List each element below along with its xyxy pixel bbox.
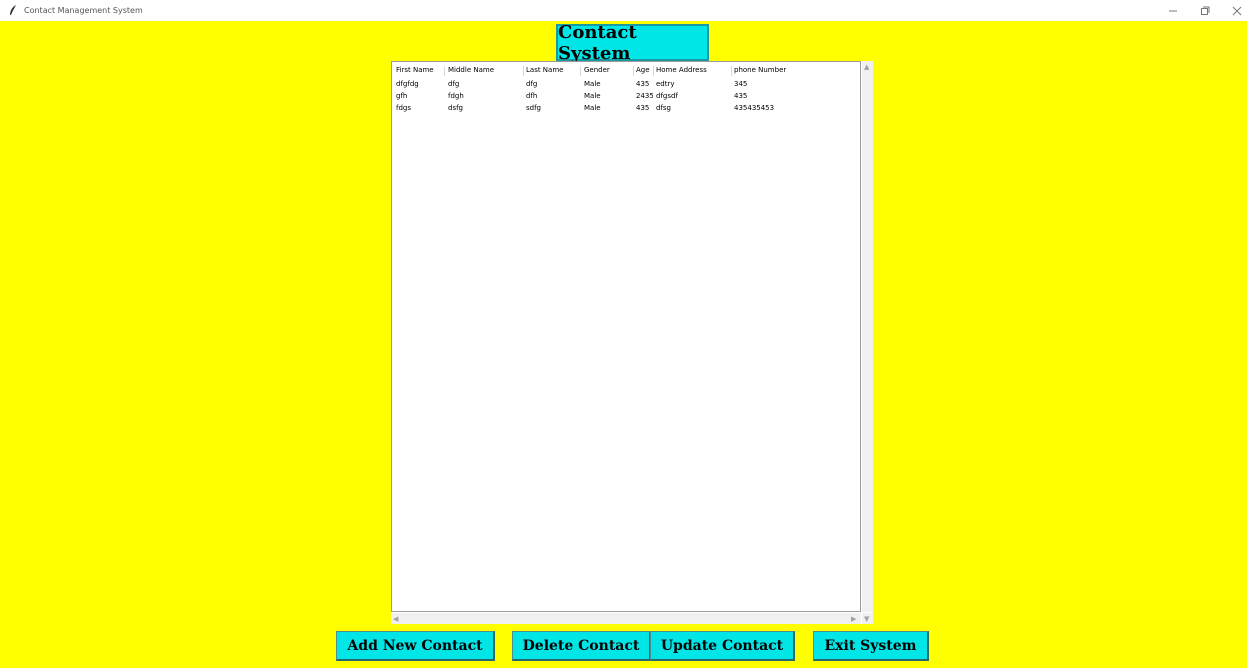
- column-separator[interactable]: [653, 66, 654, 76]
- cell-first-name: dfgfdg: [396, 80, 419, 88]
- scroll-up-icon[interactable]: ▲: [864, 62, 869, 72]
- column-separator[interactable]: [444, 66, 445, 76]
- cell-phone-number: 435: [734, 92, 748, 100]
- scrollbar-corner: ▼: [862, 613, 873, 624]
- cell-age: 435: [636, 80, 650, 88]
- cell-home-address: dfgsdf: [656, 92, 678, 100]
- scroll-left-icon[interactable]: ◀: [393, 614, 398, 624]
- cell-gender: Male: [584, 92, 601, 100]
- cell-age: 435: [636, 104, 650, 112]
- window-title: Contact Management System: [24, 6, 143, 15]
- cell-last-name: dfh: [526, 92, 538, 100]
- table-row[interactable]: gfh fdgh dfh Male 2435 dfgsdf 435: [392, 90, 860, 102]
- minimize-icon[interactable]: [1168, 6, 1178, 16]
- delete-contact-button[interactable]: Delete Contact: [512, 631, 651, 661]
- update-contact-button[interactable]: Update Contact: [650, 631, 795, 661]
- scroll-right-icon[interactable]: ▶: [851, 614, 856, 624]
- cell-last-name: sdfg: [526, 104, 541, 112]
- restore-icon[interactable]: [1200, 6, 1210, 16]
- column-header-middle-name[interactable]: Middle Name: [448, 64, 522, 76]
- contacts-table[interactable]: First Name Middle Name Last Name Gender …: [391, 61, 861, 612]
- table-row[interactable]: dfgfdg dfg dfg Male 435 edtry 345: [392, 78, 860, 90]
- column-header-home-address[interactable]: Home Address: [656, 64, 732, 76]
- window-title-bar: Contact Management System: [0, 0, 1252, 21]
- close-icon[interactable]: [1232, 6, 1242, 16]
- add-contact-button[interactable]: Add New Contact: [336, 631, 495, 661]
- feather-icon: [9, 5, 19, 17]
- cell-first-name: gfh: [396, 92, 408, 100]
- column-header-gender[interactable]: Gender: [584, 64, 634, 76]
- cell-age: 2435: [636, 92, 653, 100]
- cell-middle-name: dsfg: [448, 104, 463, 112]
- cell-home-address: dfsg: [656, 104, 671, 112]
- page-title: Contact System: [556, 22, 709, 64]
- scroll-down-icon[interactable]: ▼: [864, 614, 869, 624]
- cell-gender: Male: [584, 80, 601, 88]
- cell-phone-number: 435435453: [734, 104, 775, 112]
- column-separator[interactable]: [731, 66, 732, 76]
- cell-gender: Male: [584, 104, 601, 112]
- table-row[interactable]: fdgs dsfg sdfg Male 435 dfsg 435435453: [392, 102, 860, 114]
- window-edge: [1247, 21, 1252, 668]
- column-separator[interactable]: [580, 66, 581, 76]
- column-header-age[interactable]: Age: [636, 64, 654, 76]
- exit-system-button[interactable]: Exit System: [813, 631, 929, 661]
- cell-phone-number: 345: [734, 80, 748, 88]
- column-header-last-name[interactable]: Last Name: [526, 64, 582, 76]
- column-separator[interactable]: [633, 66, 634, 76]
- cell-middle-name: fdgh: [448, 92, 464, 100]
- column-separator[interactable]: [523, 66, 524, 76]
- cell-middle-name: dfg: [448, 80, 460, 88]
- column-header-first-name[interactable]: First Name: [396, 64, 446, 76]
- cell-home-address: edtry: [656, 80, 675, 88]
- horizontal-scrollbar[interactable]: ◀ ▶: [391, 613, 861, 624]
- column-header-phone-number[interactable]: phone Number: [734, 64, 854, 76]
- cell-first-name: fdgs: [396, 104, 411, 112]
- vertical-scrollbar[interactable]: ▲: [862, 61, 873, 612]
- table-header: First Name Middle Name Last Name Gender …: [392, 64, 860, 76]
- cell-last-name: dfg: [526, 80, 538, 88]
- contacts-table-panel: First Name Middle Name Last Name Gender …: [391, 61, 873, 624]
